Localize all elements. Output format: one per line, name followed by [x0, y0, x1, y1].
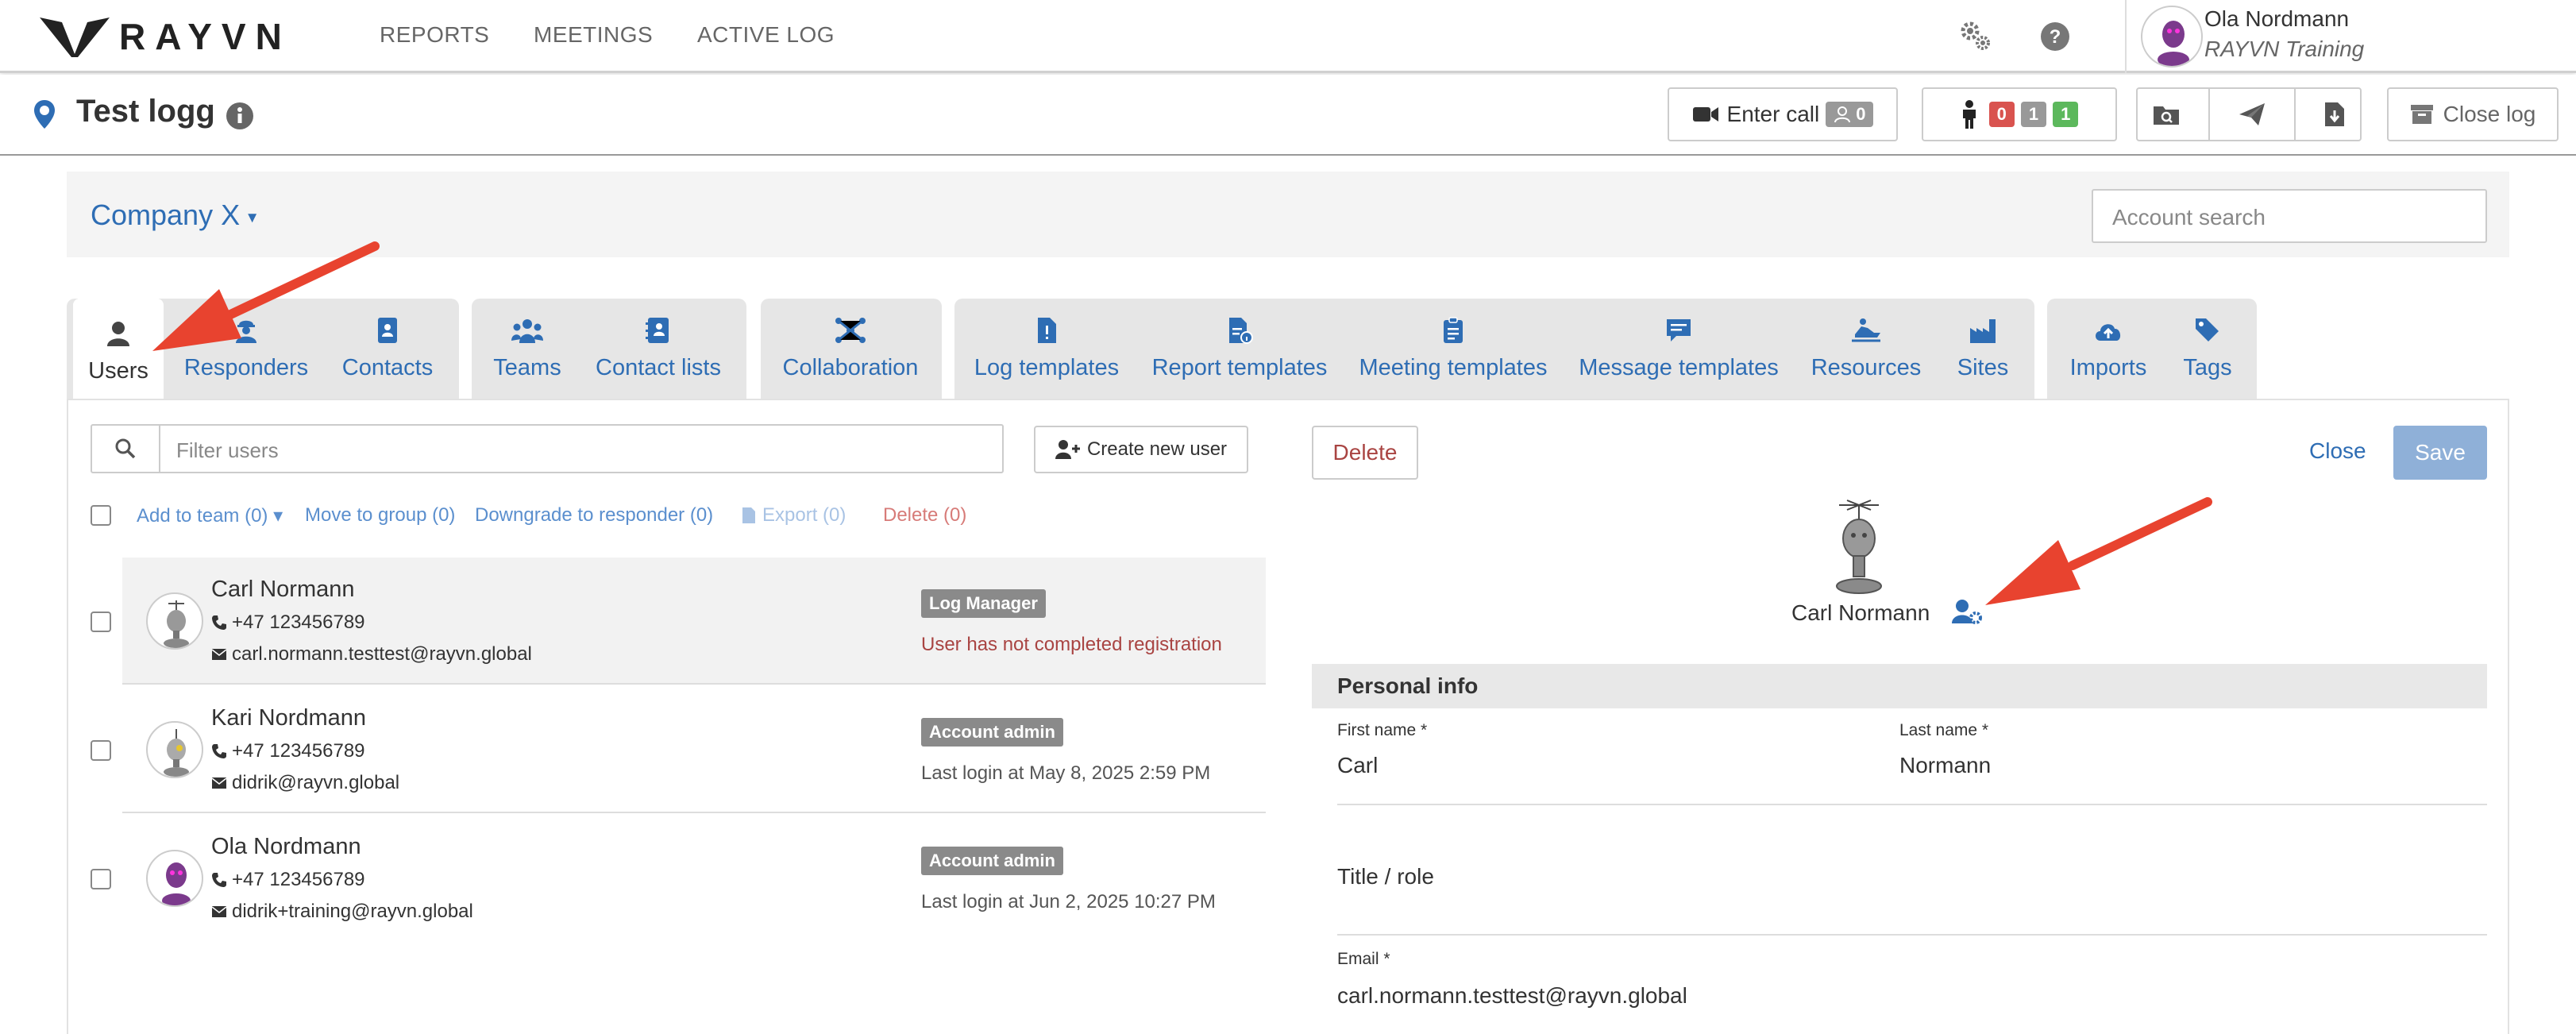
arrow-icon [152, 241, 380, 351]
arrow-icon [1985, 497, 2212, 605]
annotation-arrows [152, 241, 2212, 605]
